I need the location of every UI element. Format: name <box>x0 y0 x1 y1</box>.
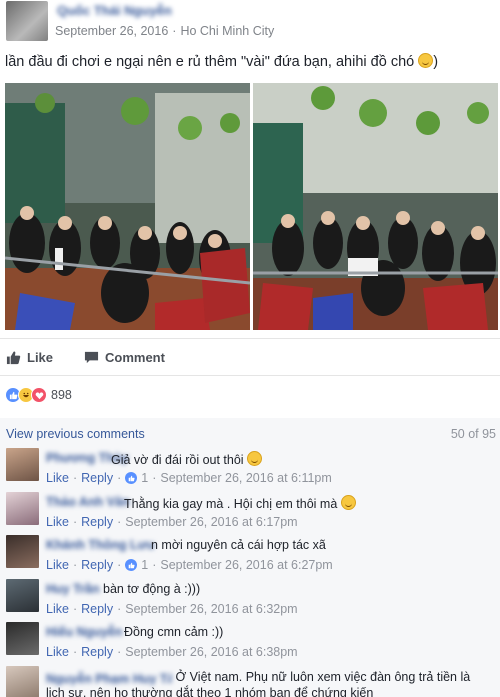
love-reaction-icon <box>31 387 47 403</box>
avatar[interactable] <box>6 622 39 655</box>
post-photo-2[interactable] <box>253 83 498 330</box>
avatar[interactable] <box>6 535 39 568</box>
reaction-count: 898 <box>51 388 72 402</box>
smile-emoji-icon <box>247 451 263 466</box>
divider <box>0 338 500 339</box>
like-count-icon <box>125 472 138 484</box>
post-location[interactable]: Ho Chi Minh City <box>180 24 274 38</box>
comment-like-link[interactable]: Like <box>46 602 69 616</box>
post-photo-1[interactable] <box>5 83 250 330</box>
comment-reply-link[interactable]: Reply <box>81 558 113 572</box>
comment-body: Giả vờ đi đái rồi out thôi <box>111 453 244 467</box>
separator: · <box>172 24 177 38</box>
comment-timestamp[interactable]: September 26, 2016 at 6:32pm <box>125 602 297 616</box>
comment-like-link[interactable]: Like <box>46 471 69 485</box>
comment-body: Đồng cmn cảm :)) <box>124 625 224 639</box>
comment-author[interactable]: Khánh Thông Lưu <box>46 538 154 552</box>
comment-label: Comment <box>105 350 165 365</box>
comment-meta: Like · Reply · September 26, 2016 at 6:32p… <box>46 602 298 616</box>
comment-counter: 50 of 95 <box>450 427 496 441</box>
comment-timestamp[interactable]: September 26, 2016 at 6:11pm <box>160 471 331 485</box>
comment-text: Đồng cmn cảm :)) <box>124 625 223 639</box>
group-photo-image <box>5 83 250 330</box>
avatar[interactable] <box>6 579 39 612</box>
comment-author[interactable]: Thảo Anh Vân <box>46 495 130 509</box>
comment-like-count[interactable]: 1 <box>141 558 148 572</box>
comment-text: n mời nguyên cả cái hợp tác xã <box>151 538 326 552</box>
comment-body: Thằng kia gay mà . Hội chị em thôi mà <box>124 497 338 511</box>
comment-timestamp[interactable]: September 26, 2016 at 6:17pm <box>125 515 297 529</box>
comment-meta: Like · Reply · 1 · September 26, 2016 at 6:… <box>46 471 332 485</box>
comment-text: bàn tơ động à :))) <box>103 582 200 596</box>
comment-author[interactable]: Nguyễn Phạm Huy Tài <box>46 671 172 685</box>
post-text-end: ) <box>433 54 439 70</box>
like-label: Like <box>27 350 54 365</box>
avatar[interactable] <box>6 448 39 481</box>
avatar[interactable] <box>6 492 39 525</box>
avatar[interactable] <box>6 666 39 697</box>
post-date[interactable]: September 26, 2016 <box>55 24 168 38</box>
post-text: lần đầu đi chơi e ngại nên e rủ thêm "và… <box>5 53 438 70</box>
thumbs-up-icon <box>6 351 21 365</box>
comments-section: View previous comments 50 of 95 Phương T… <box>0 418 500 697</box>
comment-like-count[interactable]: 1 <box>141 471 148 485</box>
comment-timestamp[interactable]: September 26, 2016 at 6:27pm <box>160 558 332 572</box>
comment-text: Thằng kia gay mà . Hội chị em thôi mà <box>124 495 356 511</box>
comment-like-link[interactable]: Like <box>46 558 69 572</box>
comment-timestamp[interactable]: September 26, 2016 at 6:38pm <box>125 645 297 659</box>
comment-author[interactable]: Huy Trần <box>46 582 100 596</box>
comment-reply-link[interactable]: Reply <box>81 515 113 529</box>
smile-emoji-icon <box>418 53 434 68</box>
comment-reply-link[interactable]: Reply <box>81 645 113 659</box>
comment-reply-link[interactable]: Reply <box>81 471 113 485</box>
smile-emoji-icon <box>340 495 356 510</box>
divider <box>0 375 500 376</box>
comment-meta: Like · Reply · September 26, 2016 at 6:38p… <box>46 645 298 659</box>
comment-button[interactable]: Comment <box>84 350 165 365</box>
comment-body: n mời nguyên cả cái hợp tác xã <box>151 538 326 552</box>
post-header: Quốc Thái Nguyễn September 26, 2016 · Ho C… <box>0 0 500 46</box>
post-actions: Like Comment <box>0 344 500 372</box>
comment-like-link[interactable]: Like <box>46 645 69 659</box>
comment-meta: Like · Reply · 1 · September 26, 2016 at 6:… <box>46 558 333 572</box>
comment-text: Nguyễn Phạm Huy Tài Ở Việt nam. Phụ nữ l… <box>46 669 486 697</box>
author-name[interactable]: Quốc Thái Nguyễn <box>57 3 172 18</box>
avatar[interactable] <box>6 1 48 41</box>
like-count-icon <box>125 559 138 571</box>
post-text-body: lần đầu đi chơi e ngại nên e rủ thêm "và… <box>5 54 415 70</box>
like-button[interactable]: Like <box>6 350 53 365</box>
view-previous-comments-link[interactable]: View previous comments <box>6 427 145 441</box>
group-photo-image <box>253 83 498 330</box>
comment-like-link[interactable]: Like <box>46 515 69 529</box>
comment-text: Giả vờ đi đái rồi out thôi <box>111 451 263 467</box>
reaction-summary[interactable]: 898 <box>5 386 72 404</box>
comment-body: bàn tơ động à :))) <box>103 582 201 596</box>
comment-bubble-icon <box>84 351 99 364</box>
comment-meta: Like · Reply · September 26, 2016 at 6:17p… <box>46 515 298 529</box>
post-meta: September 26, 2016 · Ho Chi Minh City <box>55 24 274 38</box>
comment-author[interactable]: Hiếu Nguyễn <box>46 625 122 639</box>
comment-reply-link[interactable]: Reply <box>81 602 113 616</box>
